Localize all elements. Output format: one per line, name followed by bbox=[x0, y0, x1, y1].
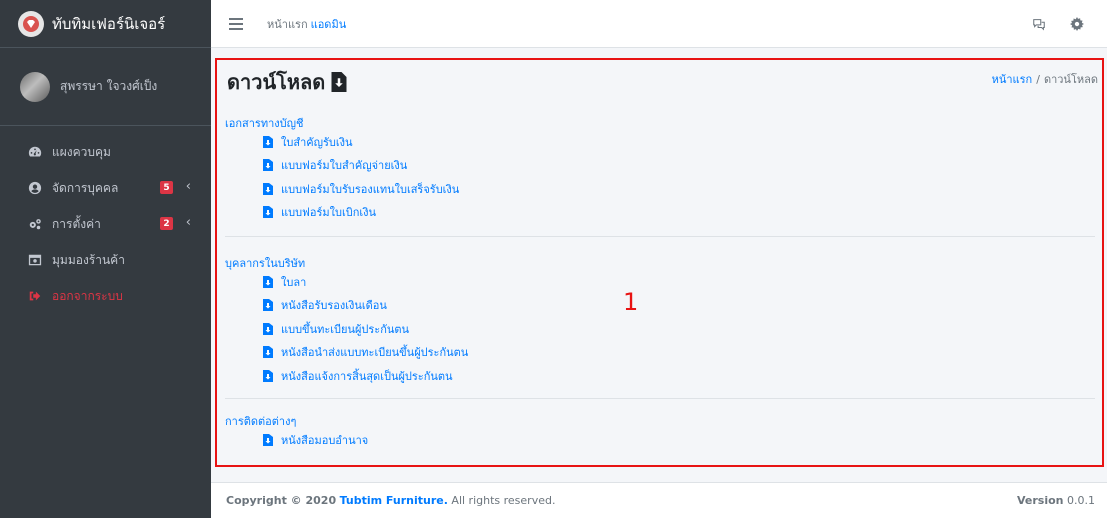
store-window-icon bbox=[26, 251, 44, 269]
brand-logo-icon bbox=[18, 10, 44, 37]
download-link-label: หนังสือมอบอำนาจ bbox=[281, 433, 369, 447]
sidebar-item-label: จัดการบุคคล bbox=[52, 180, 119, 195]
sidebar: ทับทิมเฟอร์นิเจอร์ สุพรรษา ใจวงศ์เป็ง แผ… bbox=[0, 0, 211, 518]
download-link-label: แบบฟอร์มใบรับรองแทนใบเสร็จรับเงิน bbox=[281, 182, 460, 196]
gears-icon bbox=[26, 215, 44, 233]
sidebar-item-settings[interactable]: การตั้งค่า 2 ‹ bbox=[0, 206, 211, 242]
download-link-label: หนังสือแจ้งการสิ้นสุดเป็นผู้ประกันตน bbox=[281, 369, 453, 383]
comments-icon[interactable] bbox=[1031, 16, 1047, 32]
download-link-label: หนังสือรับรองเงินเดือน bbox=[281, 299, 387, 313]
download-link[interactable]: หนังสือรับรองเงินเดือน bbox=[263, 294, 1095, 318]
download-link-label: แบบขึ้นทะเบียนผู้ประกันตน bbox=[281, 322, 410, 336]
section-company-personnel: บุคลากรในบริษัท ใบลา หนังสือรับรองเงินเด… bbox=[225, 254, 1095, 388]
page-title: ดาวน์โหลด bbox=[227, 70, 326, 94]
section-divider bbox=[225, 398, 1095, 399]
download-link-label: แบบฟอร์มใบสำคัญจ่ายเงิน bbox=[281, 159, 408, 173]
download-link[interactable]: แบบขึ้นทะเบียนผู้ประกันตน bbox=[263, 317, 1095, 341]
file-download-icon bbox=[263, 433, 273, 446]
document-list: ใบสำคัญรับเงิน แบบฟอร์มใบสำคัญจ่ายเงิน แ… bbox=[225, 130, 1095, 224]
sidebar-item-people[interactable]: จัดการบุคคล 5 ‹ bbox=[0, 170, 211, 206]
chevron-left-icon: ‹ bbox=[185, 179, 191, 194]
download-link[interactable]: ใบสำคัญรับเงิน bbox=[263, 130, 1095, 154]
document-list: ใบลา หนังสือรับรองเงินเดือน แบบขึ้นทะเบี… bbox=[225, 270, 1095, 388]
file-download-icon bbox=[331, 72, 347, 92]
download-link[interactable]: หนังสือนำส่งแบบทะเบียนขึ้นผู้ประกันตน bbox=[263, 341, 1095, 365]
notification-badge: 2 bbox=[160, 217, 173, 230]
file-download-icon bbox=[263, 299, 273, 312]
download-link[interactable]: แบบฟอร์มใบรับรองแทนใบเสร็จรับเงิน bbox=[263, 177, 1095, 201]
page-header: ดาวน์โหลด bbox=[227, 66, 347, 98]
dashboard-icon bbox=[26, 143, 44, 161]
annotation-number: 1 bbox=[623, 288, 639, 316]
copyright-text: Copyright © 2020 bbox=[226, 494, 337, 507]
sidebar-item-label: การตั้งค่า bbox=[52, 216, 101, 231]
download-link-label: ใบลา bbox=[281, 275, 307, 289]
nav-link-home[interactable]: หน้าแรก bbox=[267, 15, 308, 33]
top-navbar: หน้าแรก แอดมิน bbox=[211, 0, 1107, 48]
sidebar-item-label: ออกจากระบบ bbox=[52, 288, 123, 303]
download-link-label: หนังสือนำส่งแบบทะเบียนขึ้นผู้ประกันตน bbox=[281, 346, 469, 360]
sidebar-item-dashboard[interactable]: แผงควบคุม bbox=[0, 134, 211, 170]
download-link[interactable]: แบบฟอร์มใบเบิกเงิน bbox=[263, 201, 1095, 225]
notification-badge: 5 bbox=[160, 181, 173, 194]
gear-icon[interactable] bbox=[1069, 16, 1085, 32]
chevron-left-icon: ‹ bbox=[185, 215, 191, 230]
download-link-label: ใบสำคัญรับเงิน bbox=[281, 135, 353, 149]
version-label: Version bbox=[1016, 494, 1064, 507]
download-link[interactable]: หนังสือมอบอำนาจ bbox=[263, 428, 1095, 452]
download-link[interactable]: แบบฟอร์มใบสำคัญจ่ายเงิน bbox=[263, 154, 1095, 178]
file-download-icon bbox=[263, 182, 273, 195]
section-title: การติดต่อต่างๆ bbox=[225, 415, 297, 428]
section-title: บุคลากรในบริษัท bbox=[225, 257, 306, 270]
file-download-icon bbox=[263, 322, 273, 335]
sidebar-menu: แผงควบคุม จัดการบุคคล 5 ‹ การตั้งค่า 2 ‹… bbox=[0, 126, 211, 314]
sign-out-icon bbox=[26, 287, 44, 305]
sidebar-item-logout[interactable]: ออกจากระบบ bbox=[0, 278, 211, 314]
file-download-icon bbox=[263, 369, 273, 382]
brand-name: ทับทิมเฟอร์นิเจอร์ bbox=[52, 14, 166, 33]
section-correspondence: การติดต่อต่างๆ หนังสือมอบอำนาจ bbox=[225, 412, 1095, 452]
version-info: Version 0.0.1 bbox=[1017, 494, 1095, 507]
download-link[interactable]: หนังสือแจ้งการสิ้นสุดเป็นผู้ประกันตน bbox=[263, 364, 1095, 388]
user-circle-icon bbox=[26, 179, 44, 197]
breadcrumb-home-link[interactable]: หน้าแรก bbox=[992, 73, 1033, 86]
download-link[interactable]: ใบลา bbox=[263, 270, 1095, 294]
file-download-icon bbox=[263, 275, 273, 288]
user-name: สุพรรษา ใจวงศ์เป็ง bbox=[60, 79, 158, 93]
brand-link[interactable]: ทับทิมเฟอร์นิเจอร์ bbox=[0, 0, 211, 48]
section-accounting-documents: เอกสารทางบัญชี ใบสำคัญรับเงิน แบบฟอร์มใบ… bbox=[225, 114, 1095, 224]
file-download-icon bbox=[263, 346, 273, 359]
document-list: หนังสือมอบอำนาจ bbox=[225, 428, 1095, 452]
menu-toggle-icon[interactable] bbox=[229, 17, 243, 30]
version-number: 0.0.1 bbox=[1067, 494, 1095, 507]
footer-rights: All rights reserved. bbox=[451, 494, 556, 507]
file-download-icon bbox=[263, 206, 273, 219]
sidebar-item-label: แผงควบคุม bbox=[52, 144, 111, 159]
section-title: เอกสารทางบัญชี bbox=[225, 117, 304, 130]
sidebar-item-store-view[interactable]: มุมมองร้านค้า bbox=[0, 242, 211, 278]
footer-company-link[interactable]: Tubtim Furniture. bbox=[340, 494, 448, 507]
footer: Copyright © 2020 Tubtim Furniture. All r… bbox=[211, 482, 1107, 518]
nav-link-admin[interactable]: แอดมิน bbox=[311, 15, 347, 33]
file-download-icon bbox=[263, 135, 273, 148]
file-download-icon bbox=[263, 159, 273, 172]
user-panel[interactable]: สุพรรษา ใจวงศ์เป็ง bbox=[0, 48, 211, 126]
download-content-highlight: ดาวน์โหลด หน้าแรก / ดาวน์โหลด เอกสารทางบัญ… bbox=[215, 58, 1104, 467]
breadcrumb-separator: / bbox=[1036, 73, 1040, 86]
breadcrumb: หน้าแรก / ดาวน์โหลด bbox=[992, 70, 1098, 88]
download-link-label: แบบฟอร์มใบเบิกเงิน bbox=[281, 206, 377, 220]
sidebar-item-label: มุมมองร้านค้า bbox=[52, 252, 125, 267]
breadcrumb-current: ดาวน์โหลด bbox=[1043, 73, 1098, 86]
section-divider bbox=[225, 236, 1095, 237]
avatar bbox=[20, 71, 50, 102]
